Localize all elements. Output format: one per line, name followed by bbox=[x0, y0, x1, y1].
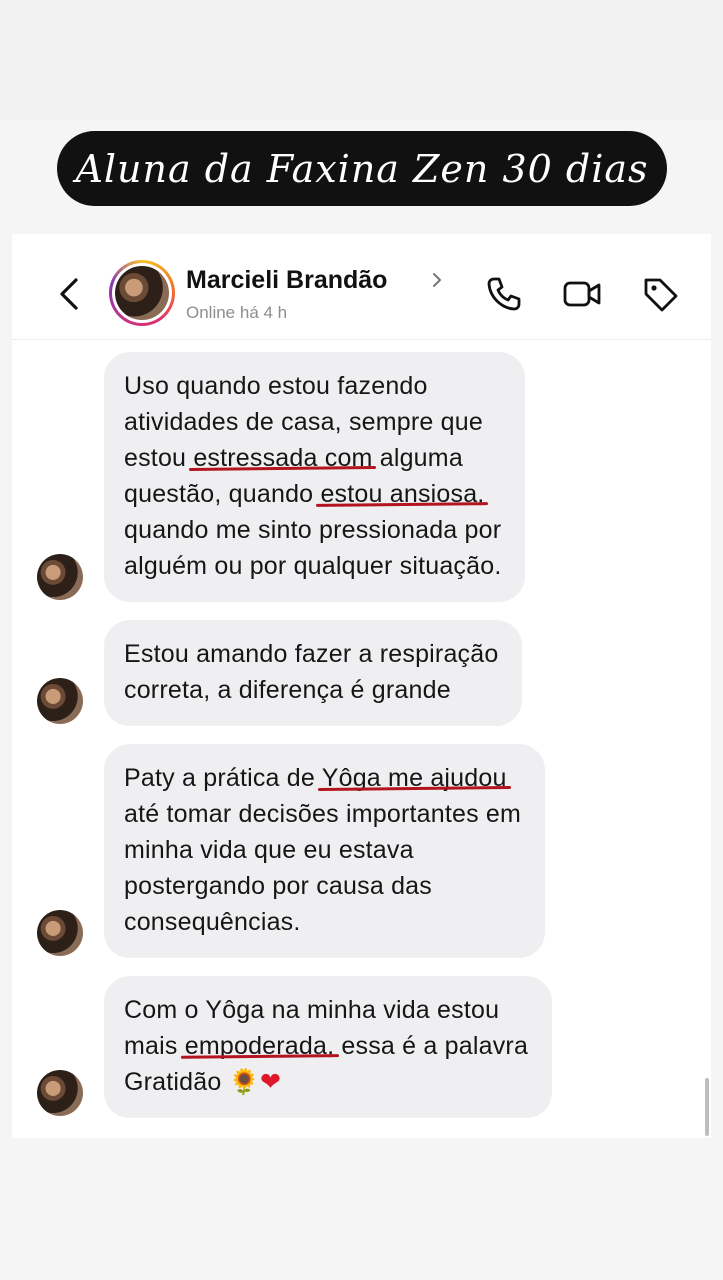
sunflower-icon: 🌻 bbox=[228, 1067, 260, 1096]
sender-avatar[interactable] bbox=[37, 1070, 83, 1116]
message-text-line: Gratidão 🌻❤ bbox=[124, 1067, 282, 1096]
message-text-line: estou estressada com alguma bbox=[124, 444, 463, 472]
underlined-text: Yôga me ajudou bbox=[321, 764, 507, 792]
sender-avatar[interactable] bbox=[37, 678, 83, 724]
contact-avatar[interactable] bbox=[109, 260, 175, 326]
message-text-line: Paty a prática de Yôga me ajudou bbox=[124, 764, 507, 792]
title-banner: Aluna da Faxina Zen 30 dias bbox=[57, 131, 667, 206]
tag-icon bbox=[644, 278, 678, 312]
message-thread: Uso quando estou fazendo atividades de c… bbox=[12, 340, 711, 1138]
message-bubble[interactable]: Com o Yôga na minha vida estou mais empo… bbox=[104, 976, 553, 1118]
call-button[interactable] bbox=[484, 274, 524, 314]
message-text-line: minha vida que eu estava bbox=[124, 836, 414, 864]
message-bubble[interactable]: Estou amando fazer a respiração correta,… bbox=[104, 620, 523, 726]
message-text-line: quando me sinto pressionada por bbox=[124, 516, 502, 544]
chat-header: Marcieli Brandão Online há 4 h bbox=[12, 234, 711, 340]
message-bubble[interactable]: Uso quando estou fazendo atividades de c… bbox=[104, 352, 526, 602]
online-status: Online há 4 h bbox=[186, 303, 288, 322]
top-background bbox=[0, 0, 723, 120]
underlined-text: estou ansiosa, bbox=[320, 480, 485, 508]
tag-button[interactable] bbox=[640, 274, 680, 314]
chevron-right-icon[interactable] bbox=[430, 270, 444, 290]
message-text-line: questão, quando estou ansiosa, bbox=[124, 480, 485, 508]
video-camera-icon bbox=[563, 281, 601, 307]
message-text-line: atividades de casa, sempre que bbox=[124, 408, 483, 436]
sender-avatar[interactable] bbox=[37, 554, 83, 600]
message-text-line: alguém ou por qualquer situação. bbox=[124, 552, 502, 580]
message-text-line: até tomar decisões importantes em bbox=[124, 800, 522, 828]
scrollbar[interactable] bbox=[705, 1078, 709, 1136]
chat-screenshot: Marcieli Brandão Online há 4 h Uso quand… bbox=[12, 234, 711, 1138]
message-text-line: Uso quando estou fazendo bbox=[124, 372, 428, 400]
video-call-button[interactable] bbox=[562, 274, 602, 314]
banner-title: Aluna da Faxina Zen 30 dias bbox=[75, 146, 649, 191]
contact-name[interactable]: Marcieli Brandão bbox=[186, 266, 387, 295]
phone-icon bbox=[487, 277, 521, 311]
message-text-line: correta, a diferença é grande bbox=[124, 676, 451, 704]
sender-avatar[interactable] bbox=[37, 910, 83, 956]
message-text-line: postergando por causa das bbox=[124, 872, 432, 900]
underlined-text: empoderada, bbox=[184, 1032, 335, 1060]
message-text-line: Com o Yôga na minha vida estou bbox=[124, 996, 500, 1024]
message-bubble[interactable]: Paty a prática de Yôga me ajudou até tom… bbox=[104, 744, 546, 958]
message-text-line: consequências. bbox=[124, 908, 301, 936]
underlined-text: estressada com bbox=[193, 444, 373, 472]
heart-icon: ❤ bbox=[259, 1067, 282, 1096]
avatar-photo bbox=[115, 266, 169, 320]
message-text-line: mais empoderada, essa é a palavra bbox=[124, 1032, 529, 1060]
back-button[interactable] bbox=[54, 274, 84, 314]
back-icon bbox=[60, 278, 78, 310]
message-text-line: Estou amando fazer a respiração bbox=[124, 640, 499, 668]
